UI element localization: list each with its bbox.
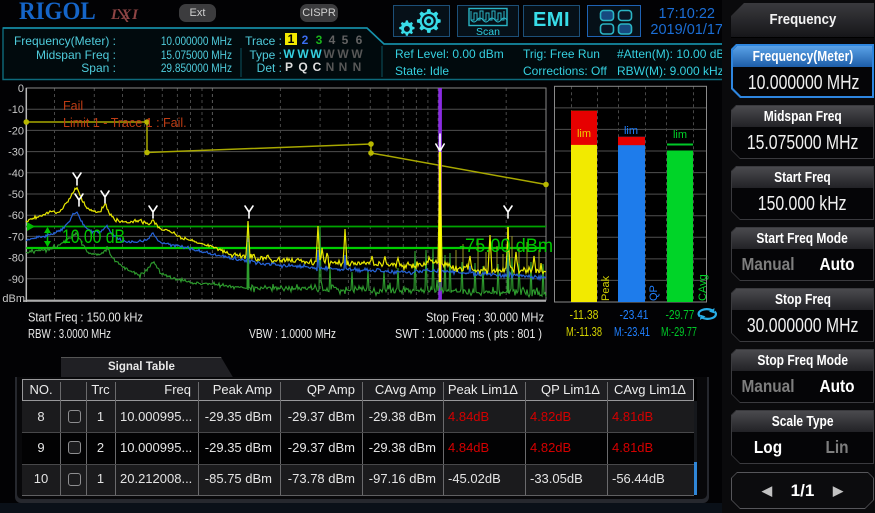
svg-text:lim: lim xyxy=(673,129,687,141)
svg-text:-40: -40 xyxy=(8,168,24,180)
svg-text:RBW : 3.0000 MHz: RBW : 3.0000 MHz xyxy=(28,327,111,341)
svg-text:-10: -10 xyxy=(8,104,24,116)
svg-text:-80: -80 xyxy=(8,253,24,265)
svg-text:M:-23.41: M:-23.41 xyxy=(614,325,650,339)
svg-text:CAvg: CAvg xyxy=(697,274,709,301)
svg-text:VBW : 1.0000 MHz: VBW : 1.0000 MHz xyxy=(249,327,336,341)
svg-text:-11.38: -11.38 xyxy=(570,307,599,322)
svg-text:-60: -60 xyxy=(8,210,24,222)
svg-text:lim: lim xyxy=(624,125,638,137)
svg-text:M:-11.38: M:-11.38 xyxy=(566,325,602,339)
svg-text:Fail: Fail xyxy=(63,99,83,113)
svg-text:QP: QP xyxy=(648,285,660,301)
svg-text:-29.77: -29.77 xyxy=(666,307,695,322)
svg-text:-23.41: -23.41 xyxy=(620,307,649,322)
svg-text:0: 0 xyxy=(18,83,24,95)
svg-text:Start Freq : 150.00 kHz: Start Freq : 150.00 kHz xyxy=(28,311,143,325)
svg-text:M:-29.77: M:-29.77 xyxy=(661,325,697,339)
svg-text:SWT : 1.00000 ms ( pts : 801 ): SWT : 1.00000 ms ( pts : 801 ) xyxy=(395,327,542,341)
svg-text:Stop Freq : 30.000 MHz: Stop Freq : 30.000 MHz xyxy=(426,311,544,325)
svg-text:10.00 dB: 10.00 dB xyxy=(62,227,125,248)
svg-text:Peak: Peak xyxy=(600,275,612,301)
svg-text:-75.00 dBm: -75.00 dBm xyxy=(459,236,553,257)
svg-text:-20: -20 xyxy=(8,125,24,137)
svg-text:-90: -90 xyxy=(8,274,24,286)
svg-text:-70: -70 xyxy=(8,231,24,243)
svg-text:lim: lim xyxy=(577,128,591,140)
svg-text:-30: -30 xyxy=(8,147,24,159)
svg-text:dBm: dBm xyxy=(2,293,25,305)
svg-text:Limit 1 - Trace 1 : Fail.: Limit 1 - Trace 1 : Fail. xyxy=(63,116,187,130)
svg-text:-50: -50 xyxy=(8,189,24,201)
